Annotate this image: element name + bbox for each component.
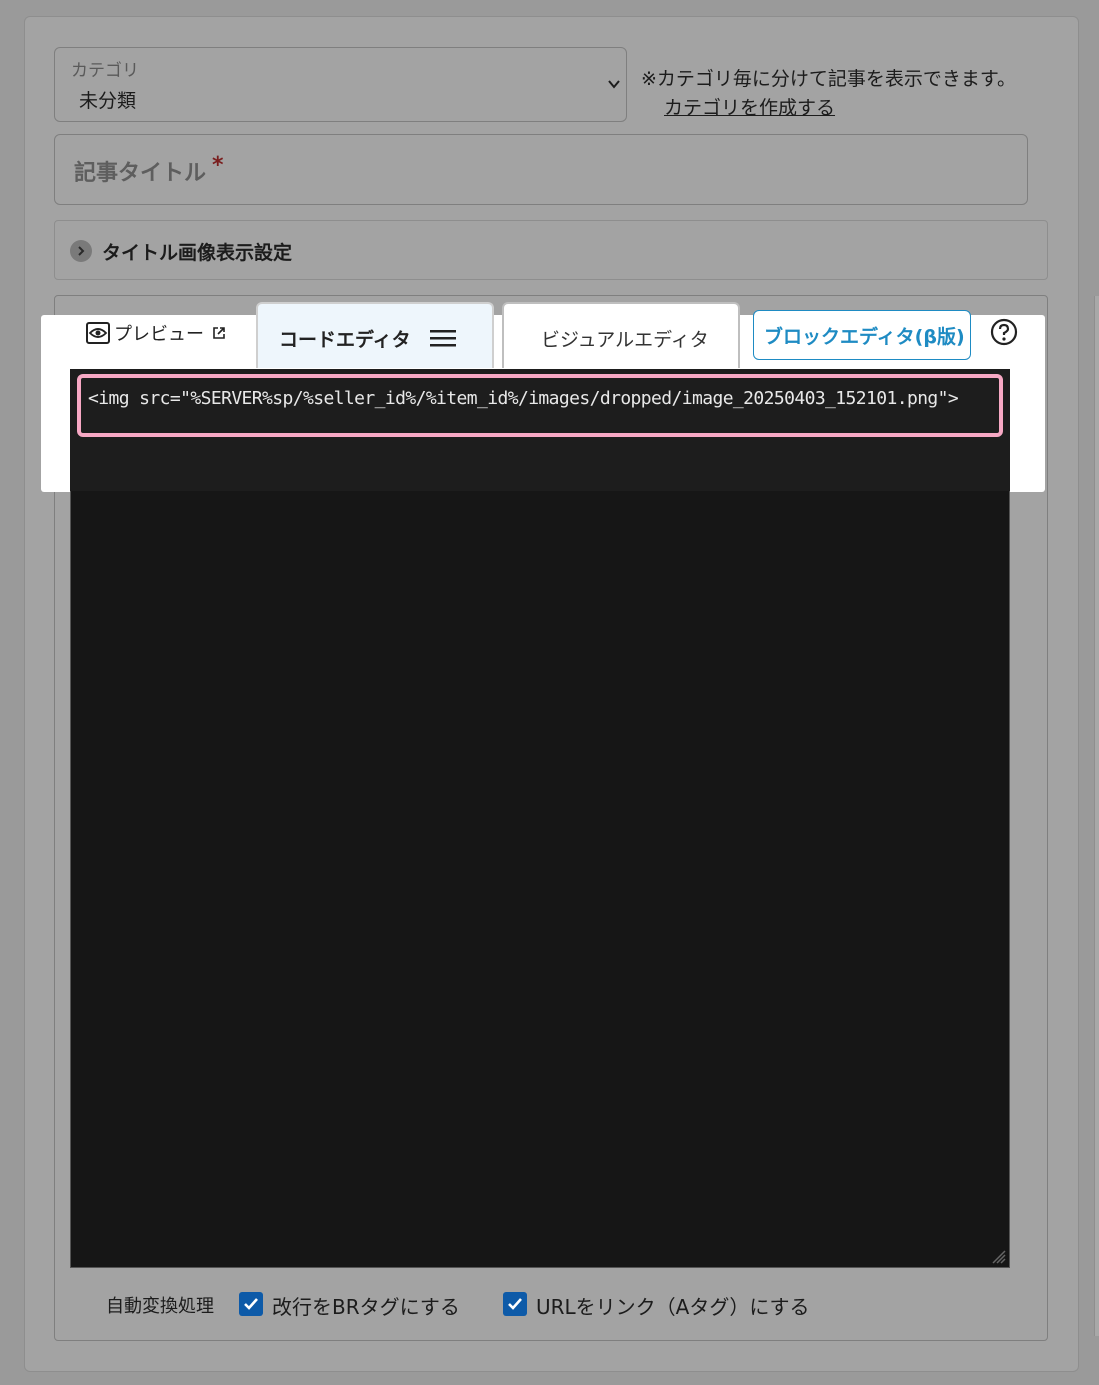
category-value: 未分類 xyxy=(79,90,137,112)
category-select[interactable]: カテゴリ 未分類 xyxy=(54,47,627,122)
external-link-icon xyxy=(213,327,225,339)
title-image-settings-label: タイトル画像表示設定 xyxy=(102,242,293,264)
create-category-link[interactable]: カテゴリを作成する xyxy=(664,93,835,120)
required-mark: * xyxy=(212,153,224,178)
category-label: カテゴリ xyxy=(71,61,139,81)
menu-icon[interactable] xyxy=(430,328,456,348)
help-icon[interactable] xyxy=(990,318,1018,346)
br-tag-checkbox-label[interactable]: 改行をBRタグにする xyxy=(272,1291,460,1320)
code-editor-textarea[interactable] xyxy=(70,369,1010,1268)
chevron-right-icon xyxy=(70,240,92,262)
article-title-input[interactable]: 記事タイトル * xyxy=(54,134,1028,205)
tab-block-editor-label: ブロックエディタ(β版) xyxy=(764,326,965,348)
eye-icon xyxy=(86,322,110,344)
chevron-down-icon xyxy=(608,80,620,89)
tab-code-editor-label: コードエディタ xyxy=(279,329,411,351)
title-image-settings-toggle[interactable]: タイトル画像表示設定 xyxy=(54,220,1048,280)
tab-visual-editor-label: ビジュアルエディタ xyxy=(541,329,709,351)
tab-preview[interactable]: プレビュー xyxy=(86,320,226,346)
auto-convert-label: 自動変換処理 xyxy=(106,1296,214,1317)
title-placeholder: 記事タイトル xyxy=(74,161,207,186)
br-tag-checkbox[interactable] xyxy=(239,1292,263,1316)
tab-code-editor[interactable]: コードエディタ xyxy=(256,302,494,368)
tab-preview-label: プレビュー xyxy=(114,324,204,345)
resize-grip-icon[interactable] xyxy=(988,1246,1006,1264)
code-first-line[interactable]: <img src="%SERVER%sp/%seller_id%/%item_i… xyxy=(88,388,993,409)
tab-visual-editor[interactable]: ビジュアルエディタ xyxy=(502,302,740,368)
url-link-checkbox[interactable] xyxy=(503,1292,527,1316)
tab-block-editor[interactable]: ブロックエディタ(β版) xyxy=(753,310,971,360)
side-panel-edge xyxy=(1094,296,1099,1336)
url-link-checkbox-label[interactable]: URLをリンク（Aタグ）にする xyxy=(536,1291,810,1320)
category-note: ※カテゴリ毎に分けて記事を表示できます。 xyxy=(641,68,1017,90)
